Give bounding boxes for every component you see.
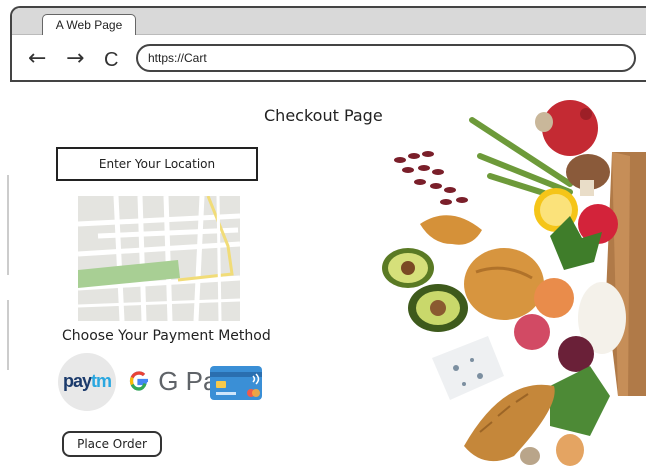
divider — [7, 300, 9, 370]
url-bar[interactable]: https://Cart — [136, 44, 636, 72]
grocery-image — [382, 100, 646, 466]
place-order-button[interactable]: Place Order — [62, 431, 162, 457]
tab-strip: A Web Page — [12, 8, 646, 35]
page-title: Checkout Page — [264, 106, 383, 125]
reload-icon[interactable]: C — [104, 49, 118, 71]
map-view[interactable] — [78, 196, 240, 321]
browser-tab[interactable]: A Web Page — [42, 14, 136, 35]
divider — [7, 175, 9, 275]
payment-heading: Choose Your Payment Method — [62, 328, 271, 344]
back-arrow-icon[interactable]: ← — [28, 48, 46, 70]
paytm-wordmark: paytm — [62, 371, 112, 391]
google-g-icon — [129, 371, 148, 391]
enter-location-button[interactable]: Enter Your Location — [56, 147, 258, 181]
credit-card-icon[interactable] — [209, 362, 265, 402]
paytm-logo-button[interactable]: paytm — [58, 353, 116, 411]
forward-arrow-icon[interactable]: → — [66, 48, 84, 70]
browser-window: A Web Page ← → C https://Cart — [10, 6, 646, 82]
